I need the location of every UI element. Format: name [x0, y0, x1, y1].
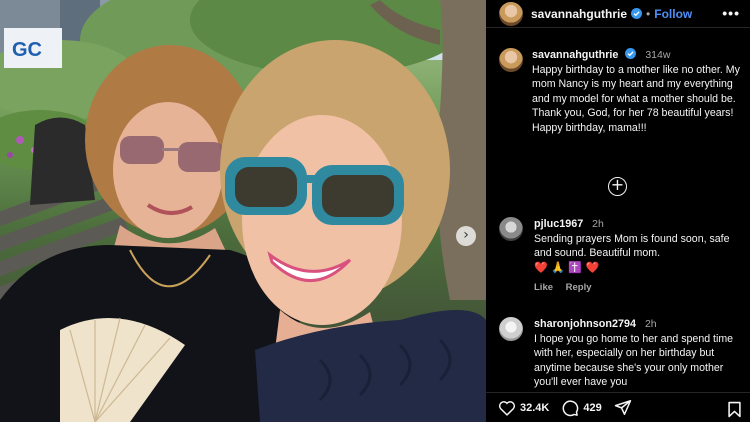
photo-illustration: GC: [0, 0, 486, 422]
comment-like-button[interactable]: Like: [534, 282, 553, 293]
comments-list[interactable]: savannahguthrie 314w Happy birthday to a…: [486, 40, 750, 390]
author-username[interactable]: savannahguthrie: [531, 7, 627, 21]
carousel-next-button[interactable]: ›: [456, 226, 476, 246]
bookmark-icon[interactable]: [727, 401, 742, 418]
post-action-bar: 32.4K 429: [486, 392, 750, 422]
comment-time: 2h: [592, 218, 604, 230]
comment-item: pjluc1967 2h Sending prayers Mom is foun…: [499, 217, 744, 296]
comment-action[interactable]: 429: [561, 399, 602, 417]
caption-verified-badge-icon: [625, 48, 637, 59]
verified-badge-icon: [631, 8, 643, 19]
comment-count: 429: [583, 401, 602, 414]
comment-avatar[interactable]: [499, 217, 523, 241]
comment-text: Sending prayers Mom is found soon, safe …: [534, 232, 730, 260]
like-count: 32.4K: [520, 401, 550, 414]
comment-username[interactable]: sharonjohnson2794: [534, 318, 636, 330]
post-photo: GC ›: [0, 0, 486, 422]
more-options-icon[interactable]: •••: [722, 5, 740, 21]
like-action[interactable]: 32.4K: [498, 400, 549, 416]
comment-emoji: ❤️ 🙏 ✝️ ❤️: [534, 260, 600, 274]
comment-avatar[interactable]: [499, 317, 523, 341]
comment-reply-button[interactable]: Reply: [566, 282, 592, 293]
share-action[interactable]: [614, 399, 632, 416]
post-header: savannahguthrie • Follow •••: [486, 0, 750, 28]
caption-text: Happy birthday to a mother like no other…: [532, 63, 740, 134]
post-caption: savannahguthrie 314w Happy birthday to a…: [499, 48, 744, 136]
caption-avatar[interactable]: [499, 48, 523, 72]
comment-bubble-icon[interactable]: [561, 399, 579, 417]
post-side-panel: savannahguthrie • Follow ••• savannahgut…: [486, 0, 750, 422]
author-avatar[interactable]: [499, 1, 523, 26]
send-icon[interactable]: [614, 399, 632, 416]
sign-text: GC: [12, 39, 42, 61]
comment-username[interactable]: pjluc1967: [534, 218, 583, 230]
caption-username[interactable]: savannahguthrie: [532, 49, 618, 61]
header-separator: •: [646, 6, 651, 21]
comment-item: sharonjohnson2794 2h I hope you go home …: [499, 317, 744, 390]
plus-circle-icon[interactable]: +: [608, 177, 627, 196]
heart-icon[interactable]: [498, 400, 516, 416]
comment-time: 2h: [644, 318, 657, 330]
follow-button[interactable]: Follow: [654, 7, 692, 21]
caption-time: 314w: [645, 49, 671, 61]
comment-text: I hope you go home to her and spend time…: [534, 332, 734, 389]
